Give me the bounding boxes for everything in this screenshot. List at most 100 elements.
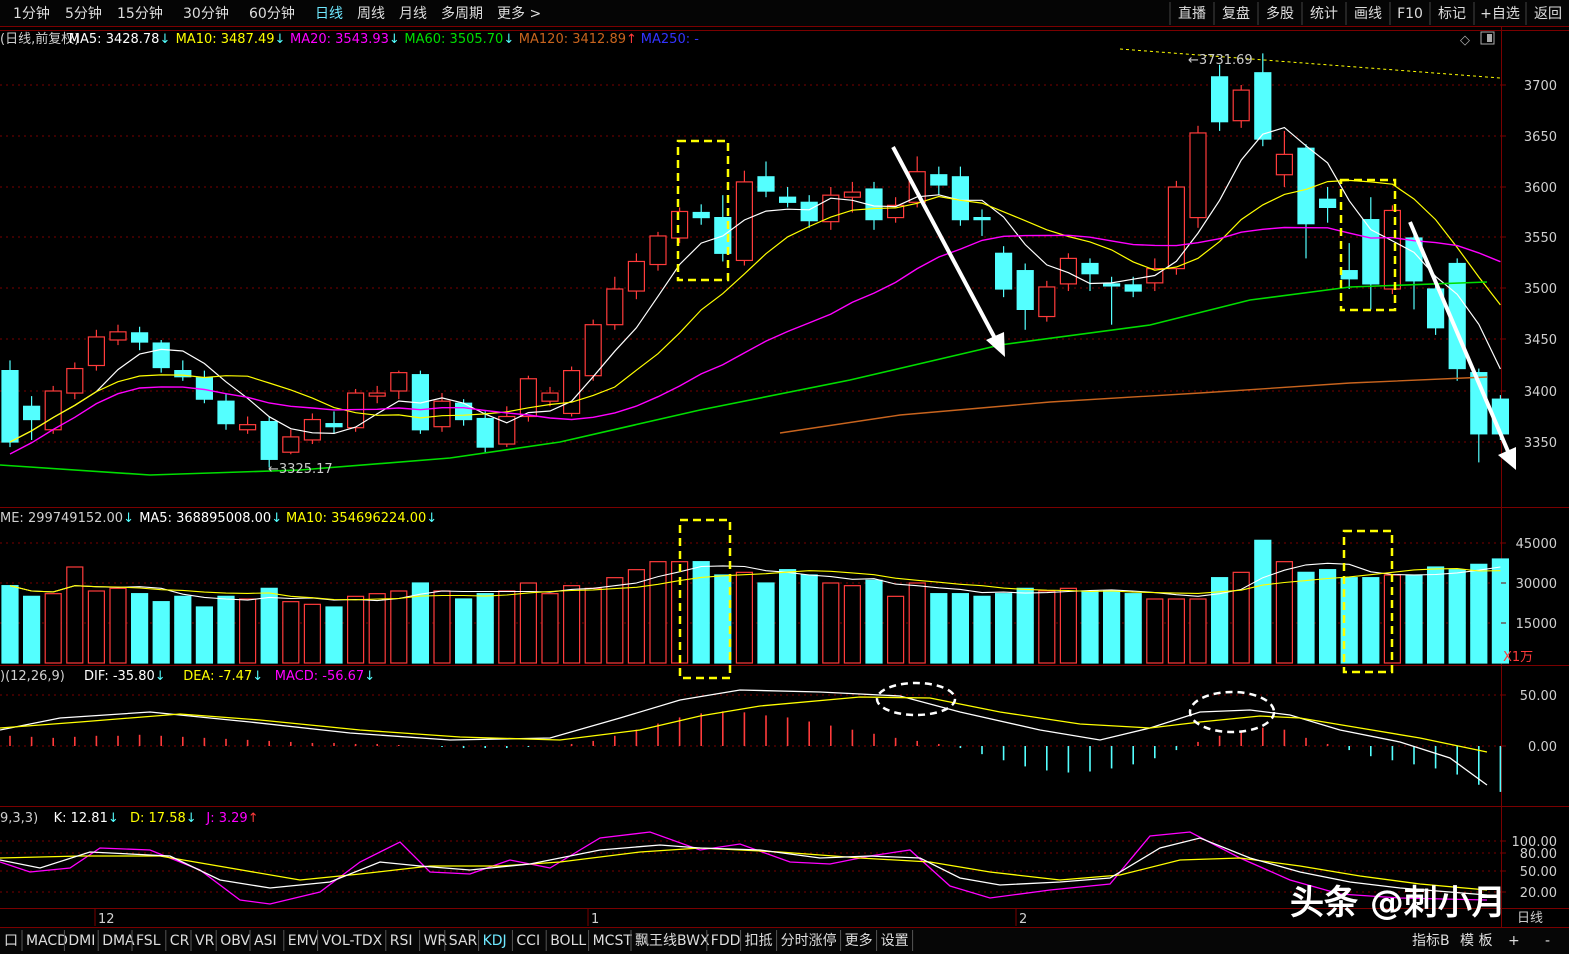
candle-body[interactable] <box>1189 132 1207 219</box>
toolbar-button-6[interactable]: 标记 <box>1438 6 1466 22</box>
candle-body[interactable] <box>347 392 365 429</box>
period-tab-1[interactable]: 5分钟 <box>65 5 102 22</box>
candle-body[interactable] <box>390 372 408 392</box>
toolbar-button-0[interactable]: 直播 <box>1178 5 1206 22</box>
candle-body[interactable] <box>692 211 710 219</box>
indicator-tab-15[interactable]: CCI <box>516 933 540 949</box>
indicator-tab-10[interactable]: VOL-TDX <box>322 933 383 949</box>
indicator-tab-4[interactable]: FSL <box>136 933 161 949</box>
indicator-tab-14[interactable]: KDJ <box>483 933 507 949</box>
candle-body[interactable] <box>109 331 127 341</box>
indicator-tab-7[interactable]: OBV <box>220 933 250 949</box>
bottom-right-button-1[interactable]: 模 板 <box>1460 933 1492 949</box>
period-tab-3[interactable]: 30分钟 <box>183 5 229 22</box>
indicator-tab-23[interactable]: 设置 <box>881 933 909 949</box>
candle-body[interactable] <box>1232 89 1250 122</box>
indicator-tab-5[interactable]: CR <box>170 933 190 949</box>
candle-body[interactable] <box>606 288 624 326</box>
indicator-tab-12[interactable]: WR <box>424 933 448 949</box>
candle-body[interactable] <box>1383 209 1402 290</box>
candle-body[interactable] <box>23 405 41 421</box>
period-tab-6[interactable]: 周线 <box>357 6 385 22</box>
candle-body[interactable] <box>1124 284 1142 292</box>
candle-body[interactable] <box>843 191 862 198</box>
candle-body[interactable] <box>1038 286 1056 318</box>
toolbar-button-5[interactable]: F10 <box>1397 6 1423 22</box>
candle-body[interactable] <box>757 176 775 192</box>
candle-body[interactable] <box>584 324 602 377</box>
period-tab-2[interactable]: 15分钟 <box>117 5 163 22</box>
candle-body[interactable] <box>649 235 667 266</box>
candle-body[interactable] <box>627 260 646 292</box>
bottom-right-button-0[interactable]: 指标B <box>1412 933 1450 949</box>
period-tab-0[interactable]: 1分钟 <box>13 5 50 22</box>
indicator-tab-16[interactable]: BOLL <box>550 933 586 949</box>
candle-body[interactable] <box>282 436 300 453</box>
candle-body[interactable] <box>541 392 559 402</box>
toolbar-button-3[interactable]: 统计 <box>1310 6 1338 22</box>
candle-body[interactable] <box>152 342 170 369</box>
candle-body[interactable] <box>1275 153 1294 176</box>
candle-body[interactable] <box>131 332 149 343</box>
candle-body[interactable] <box>1318 198 1337 209</box>
period-tab-7[interactable]: 月线 <box>399 6 427 22</box>
candle-body[interactable] <box>735 181 754 262</box>
candle-body[interactable] <box>778 196 797 203</box>
candle-body[interactable] <box>44 390 62 431</box>
period-tab-4[interactable]: 60分钟 <box>249 5 295 22</box>
candle-body[interactable] <box>1016 270 1034 311</box>
toolbar-button-4[interactable]: 画线 <box>1354 6 1382 22</box>
candle-body[interactable] <box>325 423 343 428</box>
candle-body[interactable] <box>519 378 538 418</box>
candle-body[interactable] <box>951 176 970 221</box>
indicator-tab-13[interactable]: SAR <box>449 933 478 949</box>
indicator-tab-22[interactable]: 更多 <box>845 932 873 949</box>
candle-body[interactable] <box>66 367 84 394</box>
indicator-tab-2[interactable]: DMI <box>68 933 95 949</box>
period-tab-5[interactable]: 日线 <box>315 6 343 22</box>
candle-body[interactable] <box>217 400 235 425</box>
bottom-right-button-2[interactable]: + <box>1508 933 1520 949</box>
indicator-tab-17[interactable]: MCST <box>593 933 633 949</box>
diamond-icon[interactable]: ◇ <box>1460 33 1470 48</box>
candle-body[interactable] <box>1210 76 1229 123</box>
candle-body[interactable] <box>1 370 19 443</box>
toolbar-button-7[interactable]: +自选 <box>1480 6 1520 22</box>
candle-body[interactable] <box>1340 270 1358 280</box>
bottom-right-button-3[interactable]: - <box>1545 933 1550 949</box>
indicator-tab-20[interactable]: 扣抵 <box>745 933 773 949</box>
candle-body[interactable] <box>1297 147 1315 225</box>
indicator-tab-0[interactable]: 口 <box>4 933 18 949</box>
candle-body[interactable] <box>1081 262 1099 275</box>
period-tab-8[interactable]: 多周期 <box>441 5 483 22</box>
indicator-tab-21[interactable]: 分时涨停 <box>781 932 837 949</box>
candle-body[interactable] <box>1102 283 1121 287</box>
candle-body[interactable] <box>260 421 278 460</box>
candle-body[interactable] <box>1167 186 1186 270</box>
indicator-tab-6[interactable]: VR <box>195 933 215 949</box>
candle-body[interactable] <box>930 174 948 186</box>
candle-body[interactable] <box>87 336 106 367</box>
indicator-tab-18[interactable]: 飘王线BWX <box>635 933 710 949</box>
candle-body[interactable] <box>908 171 926 203</box>
toolbar-button-2[interactable]: 多股 <box>1266 5 1294 22</box>
candle-body[interactable] <box>476 417 494 448</box>
candle-body[interactable] <box>562 370 581 415</box>
candle-body[interactable] <box>1254 72 1272 140</box>
period-tab-9[interactable]: 更多 > <box>497 5 541 22</box>
candle-body[interactable] <box>994 252 1013 290</box>
candle-body[interactable] <box>670 210 689 239</box>
toolbar-button-1[interactable]: 复盘 <box>1222 5 1250 22</box>
indicator-tab-11[interactable]: RSI <box>390 933 413 949</box>
candle-body[interactable] <box>368 392 386 397</box>
indicator-tab-9[interactable]: EMV <box>288 933 319 949</box>
candle-body[interactable] <box>433 400 451 428</box>
candle-body[interactable] <box>303 418 321 441</box>
candle-body[interactable] <box>239 424 257 431</box>
candle-body[interactable] <box>973 217 991 221</box>
indicator-tab-8[interactable]: ASI <box>254 933 277 949</box>
toolbar-button-8[interactable]: 返回 <box>1534 6 1562 22</box>
candle-body[interactable] <box>800 201 818 222</box>
indicator-tab-1[interactable]: MACD <box>26 933 68 949</box>
indicator-tab-19[interactable]: FDD <box>711 933 741 949</box>
